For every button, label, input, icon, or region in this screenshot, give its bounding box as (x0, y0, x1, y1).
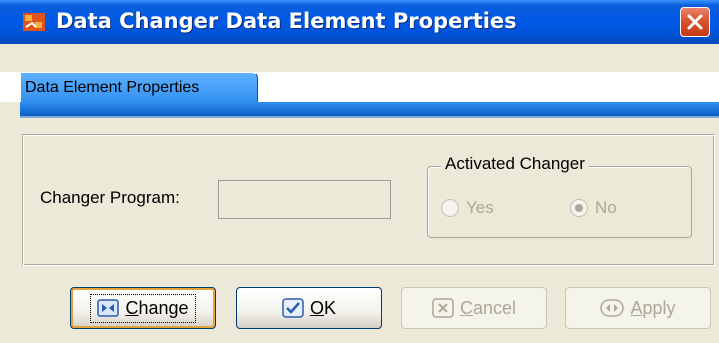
change-button-label: hange (138, 297, 189, 318)
check-icon (282, 298, 304, 318)
tab-data-element-properties[interactable]: Data Element Properties (20, 72, 258, 104)
cancel-button[interactable]: Cancel (401, 287, 547, 329)
ok-button-mnemonic: O (309, 297, 324, 318)
change-icon (97, 299, 120, 317)
change-button[interactable]: Change (70, 287, 216, 329)
cancel-button-mnemonic: C (459, 297, 473, 318)
apply-icon (600, 299, 625, 317)
window-title: Data Changer Data Element Properties (56, 9, 517, 33)
change-button-mnemonic: C (125, 297, 139, 318)
close-icon (687, 14, 703, 30)
cancel-button-label: ancel (472, 297, 517, 318)
apply-button-label: pply (642, 297, 676, 318)
changer-program-input[interactable] (218, 180, 391, 219)
tab-page-header (20, 102, 719, 118)
ok-button[interactable]: OK (236, 287, 382, 329)
radio-no[interactable] (570, 199, 588, 217)
changer-program-label: Changer Program: (40, 188, 180, 207)
title-bar[interactable]: Data Changer Data Element Properties (0, 0, 719, 44)
radio-no-label: No (595, 198, 617, 217)
radio-yes[interactable] (441, 199, 459, 217)
dialog-window: Data Changer Data Element Properties Dat… (0, 0, 719, 343)
activated-changer-legend: Activated Changer (441, 154, 589, 174)
apply-button-mnemonic: A (630, 297, 643, 318)
close-button[interactable] (680, 7, 710, 37)
apply-button[interactable]: Apply (565, 287, 711, 329)
ok-button-label: K (324, 297, 337, 318)
x-icon (432, 298, 454, 318)
radio-yes-label: Yes (466, 198, 494, 217)
app-icon (23, 13, 45, 31)
